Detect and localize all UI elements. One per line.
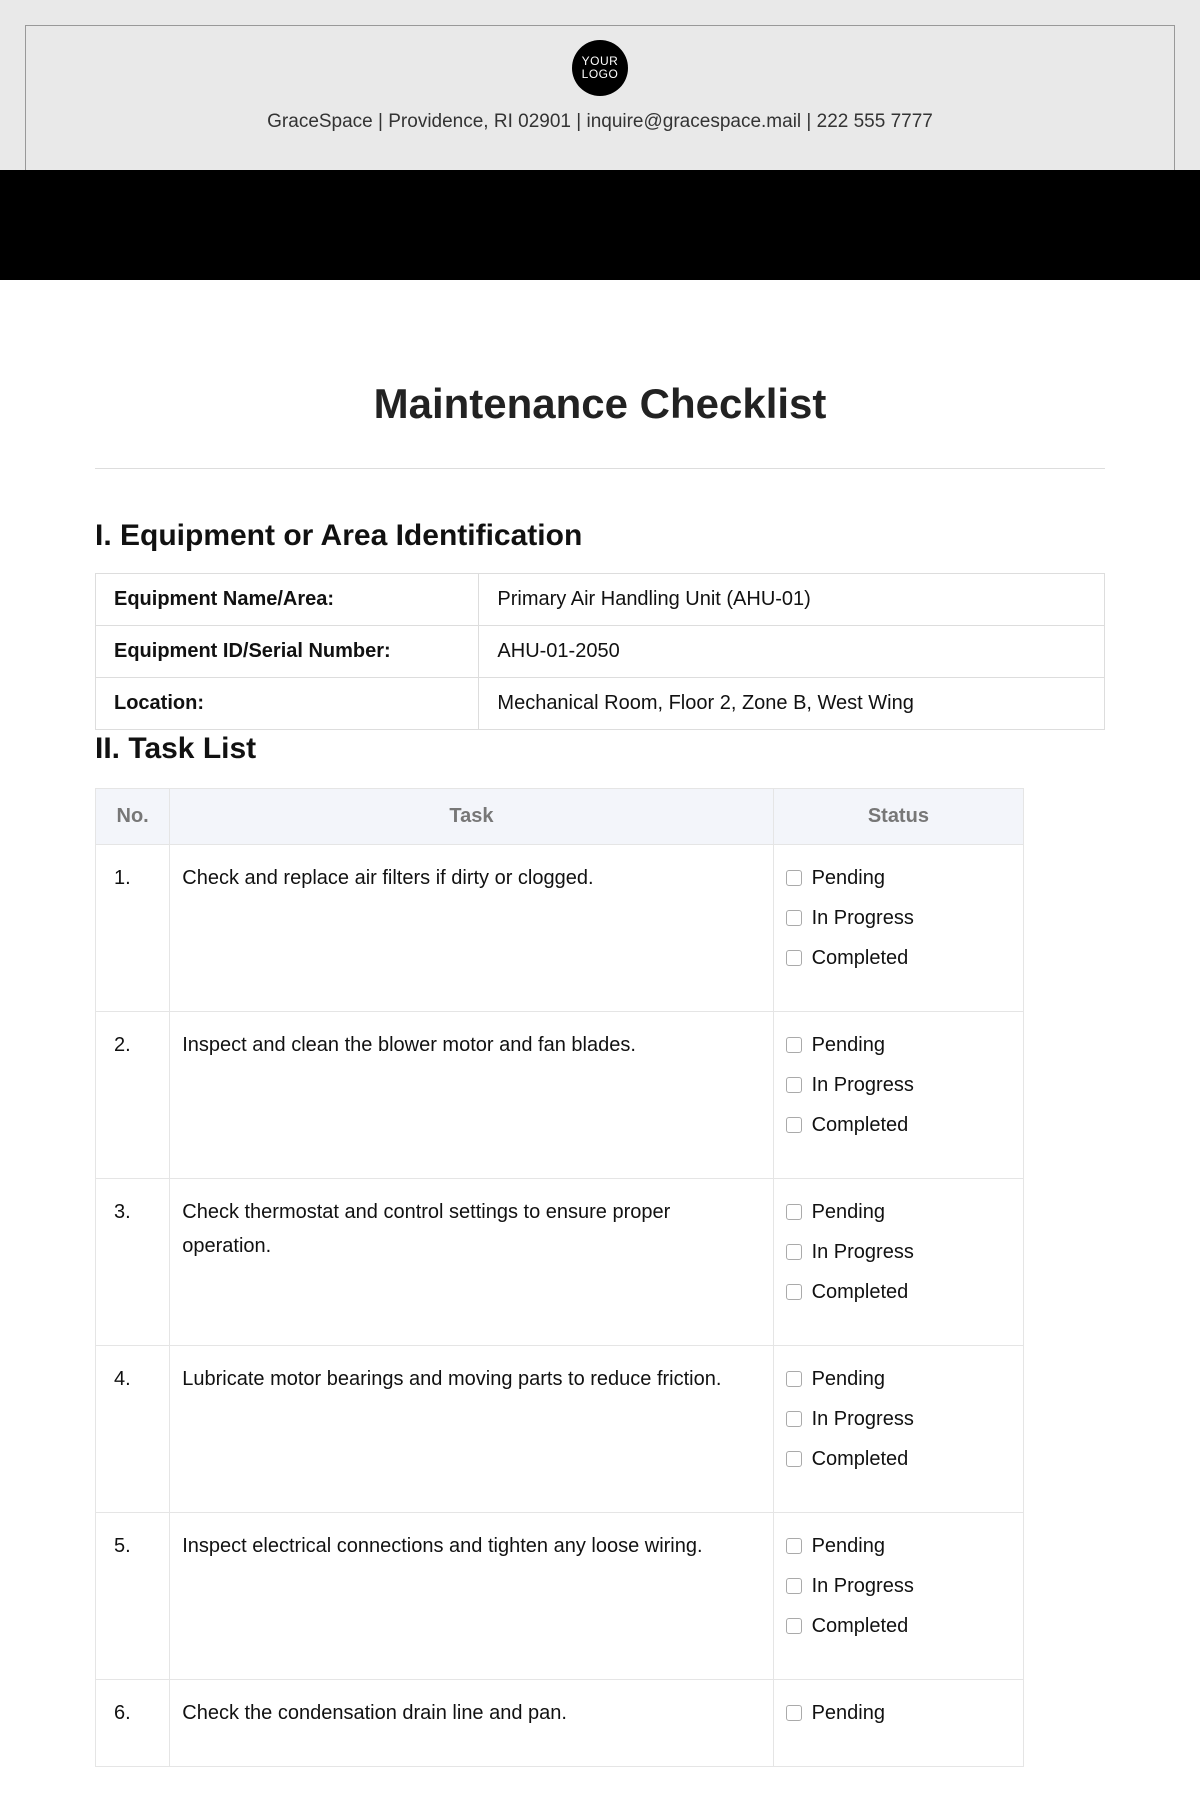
- status-label: In Progress: [812, 1235, 914, 1269]
- checkbox-icon[interactable]: [786, 1705, 802, 1721]
- task-row: 5.Inspect electrical connections and tig…: [96, 1513, 1024, 1680]
- col-task: Task: [170, 789, 773, 845]
- checkbox-icon[interactable]: [786, 1204, 802, 1220]
- task-no: 4.: [96, 1346, 170, 1513]
- section-identification-heading: I. Equipment or Area Identification: [95, 519, 1105, 553]
- col-no: No.: [96, 789, 170, 845]
- id-label: Equipment Name/Area:: [96, 574, 479, 626]
- black-band: [0, 170, 1200, 280]
- status-option[interactable]: Pending: [786, 1362, 1012, 1396]
- logo-text-2: LOGO: [582, 68, 619, 81]
- task-row: 4.Lubricate motor bearings and moving pa…: [96, 1346, 1024, 1513]
- status-option[interactable]: Pending: [786, 1028, 1012, 1062]
- header-gray-area: YOUR LOGO GraceSpace | Providence, RI 02…: [0, 0, 1200, 170]
- company-info: GraceSpace | Providence, RI 02901 | inqu…: [20, 111, 1180, 133]
- status-option[interactable]: Pending: [786, 1529, 1012, 1563]
- status-label: Pending: [812, 1028, 885, 1062]
- status-label: Completed: [812, 941, 909, 975]
- status-option[interactable]: In Progress: [786, 1402, 1012, 1436]
- id-row: Location:Mechanical Room, Floor 2, Zone …: [96, 678, 1105, 730]
- checkbox-icon[interactable]: [786, 1117, 802, 1133]
- status-option[interactable]: Completed: [786, 1609, 1012, 1643]
- task-status-cell: Pending In Progress Completed: [773, 1012, 1024, 1179]
- task-no: 5.: [96, 1513, 170, 1680]
- status-label: Completed: [812, 1609, 909, 1643]
- checkbox-icon[interactable]: [786, 1037, 802, 1053]
- task-status-cell: Pending In Progress Completed: [773, 1513, 1024, 1680]
- section-tasks-heading: II. Task List: [95, 732, 1105, 766]
- status-option[interactable]: In Progress: [786, 1235, 1012, 1269]
- id-label: Equipment ID/Serial Number:: [96, 626, 479, 678]
- task-text: Inspect electrical connections and tight…: [170, 1513, 773, 1680]
- id-label: Location:: [96, 678, 479, 730]
- task-no: 6.: [96, 1680, 170, 1767]
- status-option[interactable]: Pending: [786, 1195, 1012, 1229]
- task-status-cell: Pending In Progress Completed: [773, 845, 1024, 1012]
- status-label: In Progress: [812, 901, 914, 935]
- task-row: 3.Check thermostat and control settings …: [96, 1179, 1024, 1346]
- status-option[interactable]: In Progress: [786, 1068, 1012, 1102]
- checkbox-icon[interactable]: [786, 1077, 802, 1093]
- checkbox-icon[interactable]: [786, 910, 802, 926]
- task-row: 2.Inspect and clean the blower motor and…: [96, 1012, 1024, 1179]
- status-label: Completed: [812, 1108, 909, 1142]
- checkbox-icon[interactable]: [786, 1244, 802, 1260]
- checkbox-icon[interactable]: [786, 870, 802, 886]
- status-option[interactable]: Completed: [786, 1275, 1012, 1309]
- task-status-cell: Pending In Progress Completed: [773, 1346, 1024, 1513]
- status-label: In Progress: [812, 1068, 914, 1102]
- checkbox-icon[interactable]: [786, 1284, 802, 1300]
- id-value: Primary Air Handling Unit (AHU-01): [479, 574, 1105, 626]
- status-label: In Progress: [812, 1569, 914, 1603]
- status-option[interactable]: Pending: [786, 861, 1012, 895]
- status-label: Completed: [812, 1442, 909, 1476]
- id-value: AHU-01-2050: [479, 626, 1105, 678]
- status-label: Pending: [812, 861, 885, 895]
- title-divider: [95, 468, 1105, 469]
- checkbox-icon[interactable]: [786, 1451, 802, 1467]
- status-label: Pending: [812, 1529, 885, 1563]
- checkbox-icon[interactable]: [786, 1618, 802, 1634]
- task-status-cell: Pending In Progress Completed: [773, 1179, 1024, 1346]
- status-option[interactable]: Completed: [786, 941, 1012, 975]
- document-content: Maintenance Checklist I. Equipment or Ar…: [0, 380, 1200, 1807]
- status-label: Pending: [812, 1195, 885, 1229]
- checkbox-icon[interactable]: [786, 1538, 802, 1554]
- task-table: No. Task Status 1.Check and replace air …: [95, 788, 1024, 1767]
- checkbox-icon[interactable]: [786, 950, 802, 966]
- checkbox-icon[interactable]: [786, 1411, 802, 1427]
- page-title: Maintenance Checklist: [95, 380, 1105, 428]
- status-label: Pending: [812, 1362, 885, 1396]
- id-row: Equipment ID/Serial Number:AHU-01-2050: [96, 626, 1105, 678]
- status-option[interactable]: In Progress: [786, 901, 1012, 935]
- logo-placeholder: YOUR LOGO: [572, 40, 628, 96]
- checkbox-icon[interactable]: [786, 1578, 802, 1594]
- task-text: Check the condensation drain line and pa…: [170, 1680, 773, 1767]
- status-label: Pending: [812, 1696, 885, 1730]
- checkbox-icon[interactable]: [786, 1371, 802, 1387]
- status-label: In Progress: [812, 1402, 914, 1436]
- task-row: 1.Check and replace air filters if dirty…: [96, 845, 1024, 1012]
- task-text: Inspect and clean the blower motor and f…: [170, 1012, 773, 1179]
- identification-table: Equipment Name/Area:Primary Air Handling…: [95, 573, 1105, 730]
- status-option[interactable]: Pending: [786, 1696, 1012, 1730]
- task-status-cell: Pending: [773, 1680, 1024, 1767]
- task-text: Lubricate motor bearings and moving part…: [170, 1346, 773, 1513]
- col-status: Status: [773, 789, 1024, 845]
- id-row: Equipment Name/Area:Primary Air Handling…: [96, 574, 1105, 626]
- status-option[interactable]: In Progress: [786, 1569, 1012, 1603]
- task-row: 6.Check the condensation drain line and …: [96, 1680, 1024, 1767]
- id-value: Mechanical Room, Floor 2, Zone B, West W…: [479, 678, 1105, 730]
- status-option[interactable]: Completed: [786, 1442, 1012, 1476]
- task-no: 1.: [96, 845, 170, 1012]
- status-option[interactable]: Completed: [786, 1108, 1012, 1142]
- task-text: Check thermostat and control settings to…: [170, 1179, 773, 1346]
- task-text: Check and replace air filters if dirty o…: [170, 845, 773, 1012]
- task-no: 2.: [96, 1012, 170, 1179]
- status-label: Completed: [812, 1275, 909, 1309]
- task-no: 3.: [96, 1179, 170, 1346]
